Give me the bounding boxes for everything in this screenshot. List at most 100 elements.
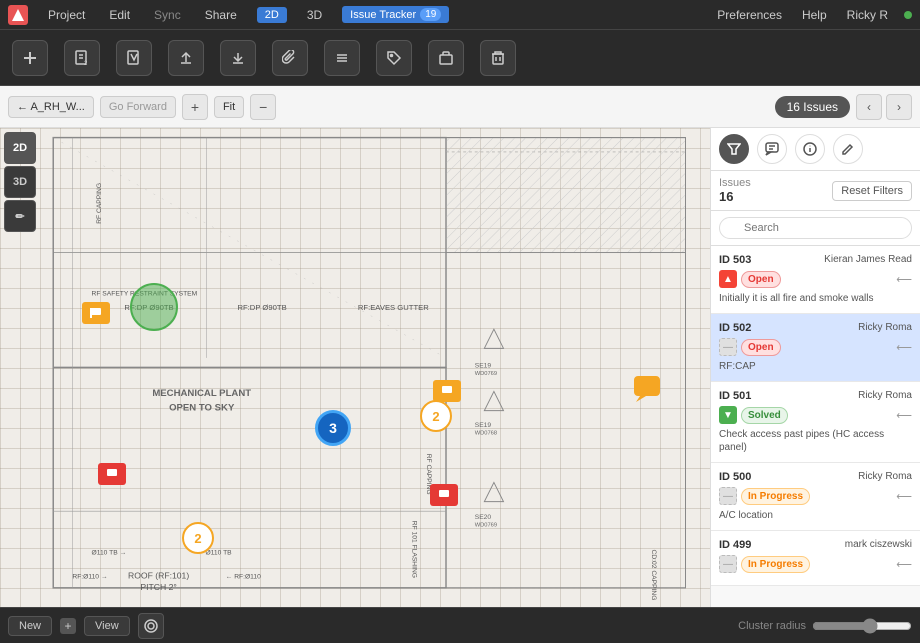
link-icon-503[interactable]: ⟵ [896,273,912,286]
view-3d-btn[interactable]: 3D [303,6,326,24]
back-button[interactable]: ← A_RH_W... [8,96,94,118]
blueprint-background [0,128,710,607]
search-input[interactable] [719,217,912,239]
prev-issue-arrow[interactable]: ‹ [856,94,882,120]
menu-help[interactable]: Help [798,6,831,24]
issues-count: 16 [719,189,751,204]
fit-button[interactable]: Fit [214,96,244,118]
issue-card-header-502: ID 502 Ricky Roma [719,322,912,334]
cluster-radius-area: Cluster radius [738,618,912,634]
priority-down-icon-501: ▼ [719,406,737,424]
3d-view-btn[interactable]: 3D [4,166,36,198]
issue-card-header-503: ID 503 Kieran James Read [719,254,912,266]
attach-tool-btn[interactable] [272,40,308,76]
menu-sync[interactable]: Sync [150,6,185,24]
issue-tracker-label: Issue Tracker [350,9,416,21]
upload-tool-btn[interactable] [168,40,204,76]
issues-count-badge: 16 Issues [775,96,850,118]
2d-view-btn[interactable]: 2D [4,132,36,164]
comment-panel-btn[interactable] [757,134,787,164]
cursor-indicator [130,283,178,331]
issue-card-502[interactable]: ID 502 Ricky Roma — Open ⟵ RF:CAP [711,314,920,382]
link-icon-501[interactable]: ⟵ [896,409,912,422]
issue-status-row-503: ▲ Open ⟵ [719,270,912,288]
issue-desc-502: RF:CAP [719,360,912,373]
menu-bar: Project Edit Sync Share 2D 3D Issue Trac… [0,0,920,30]
tag-tool-btn[interactable] [376,40,412,76]
add-tool-btn[interactable] [12,40,48,76]
pdf1-tool-btn[interactable]: 2 [64,40,100,76]
user-status-dot [904,11,912,19]
issues-label-group: Issues 16 [719,177,751,204]
briefcase-tool-btn[interactable] [428,40,464,76]
zoom-out-button[interactable]: − [250,94,276,120]
menu-edit[interactable]: Edit [105,6,134,24]
issue-marker-red-3[interactable] [430,484,458,506]
view-button[interactable]: View [84,616,130,636]
2d-label: 2D [265,9,279,21]
menu-share[interactable]: Share [201,6,241,24]
zoom-in-button[interactable]: + [182,94,208,120]
right-panel: Issues 16 Reset Filters 🔍 ID 503 Kieran … [710,128,920,607]
issue-desc-503: Initially it is all fire and smoke walls [719,292,912,305]
issue-marker-orange-2b[interactable]: 2 [182,522,214,554]
trash-tool-btn[interactable] [480,40,516,76]
list-tool-btn[interactable] [324,40,360,76]
link-icon-499[interactable]: ⟵ [896,558,912,571]
new-button[interactable]: New [8,616,52,636]
canvas-area[interactable]: SE19 WD0769 SE19 WD0768 SE20 WD0769 RF:D… [0,128,710,607]
new-label: New [19,620,41,632]
status-badge-503: Open [741,271,781,288]
priority-up-icon: ▲ [719,270,737,288]
link-icon-502[interactable]: ⟵ [896,341,912,354]
left-tools-panel: 2D 3D ✏ [0,128,40,236]
menu-project[interactable]: Project [44,6,89,24]
next-issue-arrow[interactable]: › [886,94,912,120]
nav-bar: ← A_RH_W... Go Forward + Fit − 16 Issues… [0,86,920,128]
issue-card-500[interactable]: ID 500 Ricky Roma — In Progress ⟵ A/C lo… [711,463,920,531]
issue-list: ID 503 Kieran James Read ▲ Open ⟵ Initia… [711,246,920,607]
issue-assignee-500: Ricky Roma [858,471,912,482]
issue-marker-orange-1[interactable] [82,302,110,324]
menu-preferences[interactable]: Preferences [713,6,786,24]
issue-nav-arrows: ‹ › [856,94,912,120]
issues-header: Issues 16 Reset Filters [711,171,920,211]
edit-panel-btn[interactable] [833,134,863,164]
filter-panel-btn[interactable] [719,134,749,164]
issue-status-row-502: — Open ⟵ [719,338,912,356]
link-icon-500[interactable]: ⟵ [896,490,912,503]
pencil-tool-btn[interactable]: ✏ [4,200,36,232]
issue-marker-orange-2[interactable]: 2 [420,400,452,432]
issue-status-row-500: — In Progress ⟵ [719,487,912,505]
issue-id-499: ID 499 [719,539,751,551]
pdf2-tool-btn[interactable] [116,40,152,76]
info-panel-btn[interactable] [795,134,825,164]
forward-button[interactable]: Go Forward [100,96,176,118]
view-2d-badge[interactable]: 2D [257,7,287,23]
issue-marker-red-1[interactable] [433,380,461,402]
cluster-radius-slider[interactable] [812,618,912,634]
issue-card-501[interactable]: ID 501 Ricky Roma ▼ Solved ⟵ Check acces… [711,382,920,463]
issue-tracker-badge[interactable]: Issue Tracker 19 [342,6,449,23]
issue-desc-500: A/C location [719,509,912,522]
issue-card-503[interactable]: ID 503 Kieran James Read ▲ Open ⟵ Initia… [711,246,920,314]
priority-dash-icon-499: — [719,555,737,573]
status-badge-501: Solved [741,407,788,424]
status-badge-502: Open [741,339,781,356]
issue-marker-chat-1[interactable] [632,374,662,407]
issue-assignee-503: Kieran James Read [824,254,912,265]
issue-card-499[interactable]: ID 499 mark ciszewski — In Progress ⟵ [711,531,920,586]
issue-marker-blue-3[interactable]: 3 [315,410,351,446]
user-name: Ricky R [843,6,892,24]
cluster-radius-label: Cluster radius [738,620,806,632]
priority-dash-icon-502: — [719,338,737,356]
issue-assignee-499: mark ciszewski [845,539,912,550]
download-tool-btn[interactable] [220,40,256,76]
add-issue-btn[interactable]: + [60,618,76,634]
issue-marker-red-2[interactable] [98,463,126,485]
issue-card-header-500: ID 500 Ricky Roma [719,471,912,483]
panel-actions [711,128,920,171]
issue-status-row-501: ▼ Solved ⟵ [719,406,912,424]
view-toggle-btn[interactable] [138,613,164,639]
reset-filters-button[interactable]: Reset Filters [832,181,912,201]
